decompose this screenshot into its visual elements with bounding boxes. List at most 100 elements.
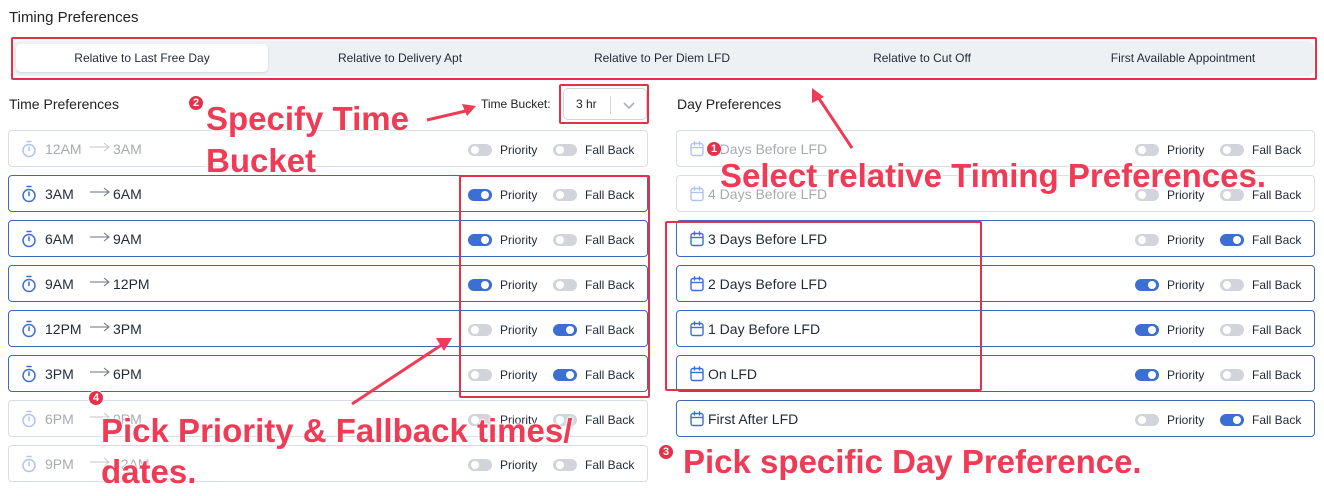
time-row[interactable]: 3AM 6AM Priority Fall Back: [8, 175, 648, 212]
priority-toggle[interactable]: [468, 189, 492, 201]
select-divider: [610, 96, 611, 114]
time-from: 6PM: [45, 411, 74, 427]
day-row[interactable]: 1 Day Before LFD Priority Fall Back: [676, 310, 1315, 347]
priority-toggle[interactable]: [1135, 414, 1159, 426]
annotation-text-2-line2: Bucket: [206, 142, 317, 179]
fallback-toggle[interactable]: [1220, 279, 1244, 291]
time-to: 3PM: [113, 321, 142, 337]
toggle-knob: [471, 326, 479, 334]
time-to: 3AM: [113, 141, 142, 157]
time-from: 9PM: [45, 456, 74, 472]
fallback-toggle[interactable]: [553, 144, 577, 156]
annotation-text-4-line2: dates.: [101, 453, 197, 490]
fallback-label: Fall Back: [585, 188, 635, 202]
tab-first-available-appointment[interactable]: First Available Appointment: [1053, 44, 1313, 72]
annotation-text-2-line1: Specify Time: [206, 100, 409, 137]
priority-toggle[interactable]: [468, 459, 492, 471]
day-row[interactable]: On LFD Priority Fall Back: [676, 355, 1315, 392]
fallback-label: Fall Back: [585, 458, 635, 472]
fallback-toggle[interactable]: [553, 189, 577, 201]
time-row[interactable]: 9AM 12PM Priority Fall Back: [8, 265, 648, 302]
calendar-icon: [689, 275, 705, 293]
time-bucket-value: 3 hr: [576, 97, 597, 111]
annotation-badge-2: 2: [188, 95, 204, 111]
time-to: 6AM: [113, 186, 142, 202]
fallback-toggle[interactable]: [1220, 144, 1244, 156]
annotation-text-4-line1: Pick Priority & Fallback times/: [101, 412, 573, 449]
toggle-knob: [471, 461, 479, 469]
priority-toggle[interactable]: [1135, 369, 1159, 381]
calendar-icon: [689, 365, 705, 383]
toggle-knob: [556, 146, 564, 154]
toggle-knob: [471, 371, 479, 379]
fallback-toggle[interactable]: [553, 459, 577, 471]
day-row[interactable]: 2 Days Before LFD Priority Fall Back: [676, 265, 1315, 302]
time-row[interactable]: 12PM 3PM Priority Fall Back: [8, 310, 648, 347]
priority-label: Priority: [500, 188, 538, 202]
long-arrow-right-icon: [89, 275, 111, 289]
fallback-toggle[interactable]: [1220, 324, 1244, 336]
priority-label: Priority: [500, 143, 538, 157]
fallback-toggle[interactable]: [1220, 234, 1244, 246]
fallback-toggle[interactable]: [553, 234, 577, 246]
time-to: 6PM: [113, 366, 142, 382]
fallback-toggle[interactable]: [553, 369, 577, 381]
time-to: 12PM: [113, 276, 150, 292]
day-label: 2 Days Before LFD: [708, 276, 828, 292]
toggle-knob: [481, 236, 489, 244]
calendar-icon: [689, 320, 705, 338]
tab-relative-to-last-free-day[interactable]: Relative to Last Free Day: [16, 44, 268, 72]
time-from: 3AM: [45, 186, 74, 202]
toggle-knob: [1148, 371, 1156, 379]
tab-bar: Relative to Last Free Day Relative to De…: [13, 41, 1314, 76]
fallback-toggle[interactable]: [1220, 414, 1244, 426]
toggle-knob: [1148, 281, 1156, 289]
fallback-toggle[interactable]: [553, 324, 577, 336]
fallback-label: Fall Back: [1252, 233, 1302, 247]
tab-relative-to-per-diem-lfd[interactable]: Relative to Per Diem LFD: [532, 44, 792, 72]
long-arrow-right-icon: [89, 320, 111, 334]
priority-toggle[interactable]: [468, 324, 492, 336]
priority-toggle[interactable]: [468, 369, 492, 381]
toggle-knob: [1138, 146, 1146, 154]
fallback-label: Fall Back: [1252, 143, 1302, 157]
stopwatch-icon: [21, 140, 37, 158]
long-arrow-right-icon: [89, 365, 111, 379]
priority-toggle[interactable]: [1135, 144, 1159, 156]
tab-relative-to-cut-off[interactable]: Relative to Cut Off: [793, 44, 1051, 72]
toggle-knob: [1138, 416, 1146, 424]
time-row[interactable]: 3PM 6PM Priority Fall Back: [8, 355, 648, 392]
time-row[interactable]: 6AM 9AM Priority Fall Back: [8, 220, 648, 257]
priority-toggle[interactable]: [1135, 324, 1159, 336]
fallback-label: Fall Back: [1252, 413, 1302, 427]
stopwatch-icon: [21, 185, 37, 203]
day-row[interactable]: First After LFD Priority Fall Back: [676, 400, 1315, 437]
time-bucket-select[interactable]: 3 hr: [563, 88, 647, 120]
priority-toggle[interactable]: [1135, 234, 1159, 246]
toggle-knob: [481, 281, 489, 289]
calendar-icon: [689, 230, 705, 248]
stopwatch-icon: [21, 455, 37, 473]
priority-toggle[interactable]: [1135, 279, 1159, 291]
day-label: 3 Days Before LFD: [708, 231, 828, 247]
day-label: First After LFD: [708, 411, 799, 427]
tab-relative-to-delivery-apt[interactable]: Relative to Delivery Apt: [274, 44, 526, 72]
fallback-toggle[interactable]: [553, 279, 577, 291]
fallback-label: Fall Back: [585, 368, 635, 382]
chevron-down-icon: [623, 102, 635, 110]
toggle-knob: [1148, 326, 1156, 334]
time-from: 12PM: [45, 321, 82, 337]
time-from: 3PM: [45, 366, 74, 382]
toggle-knob: [1138, 236, 1146, 244]
priority-label: Priority: [500, 458, 538, 472]
priority-toggle[interactable]: [468, 279, 492, 291]
fallback-label: Fall Back: [585, 143, 635, 157]
fallback-toggle[interactable]: [1220, 369, 1244, 381]
priority-label: Priority: [1167, 233, 1205, 247]
priority-label: Priority: [1167, 278, 1205, 292]
day-row[interactable]: 3 Days Before LFD Priority Fall Back: [676, 220, 1315, 257]
priority-toggle[interactable]: [468, 144, 492, 156]
toggle-knob: [556, 461, 564, 469]
priority-toggle[interactable]: [468, 234, 492, 246]
toggle-knob: [471, 146, 479, 154]
